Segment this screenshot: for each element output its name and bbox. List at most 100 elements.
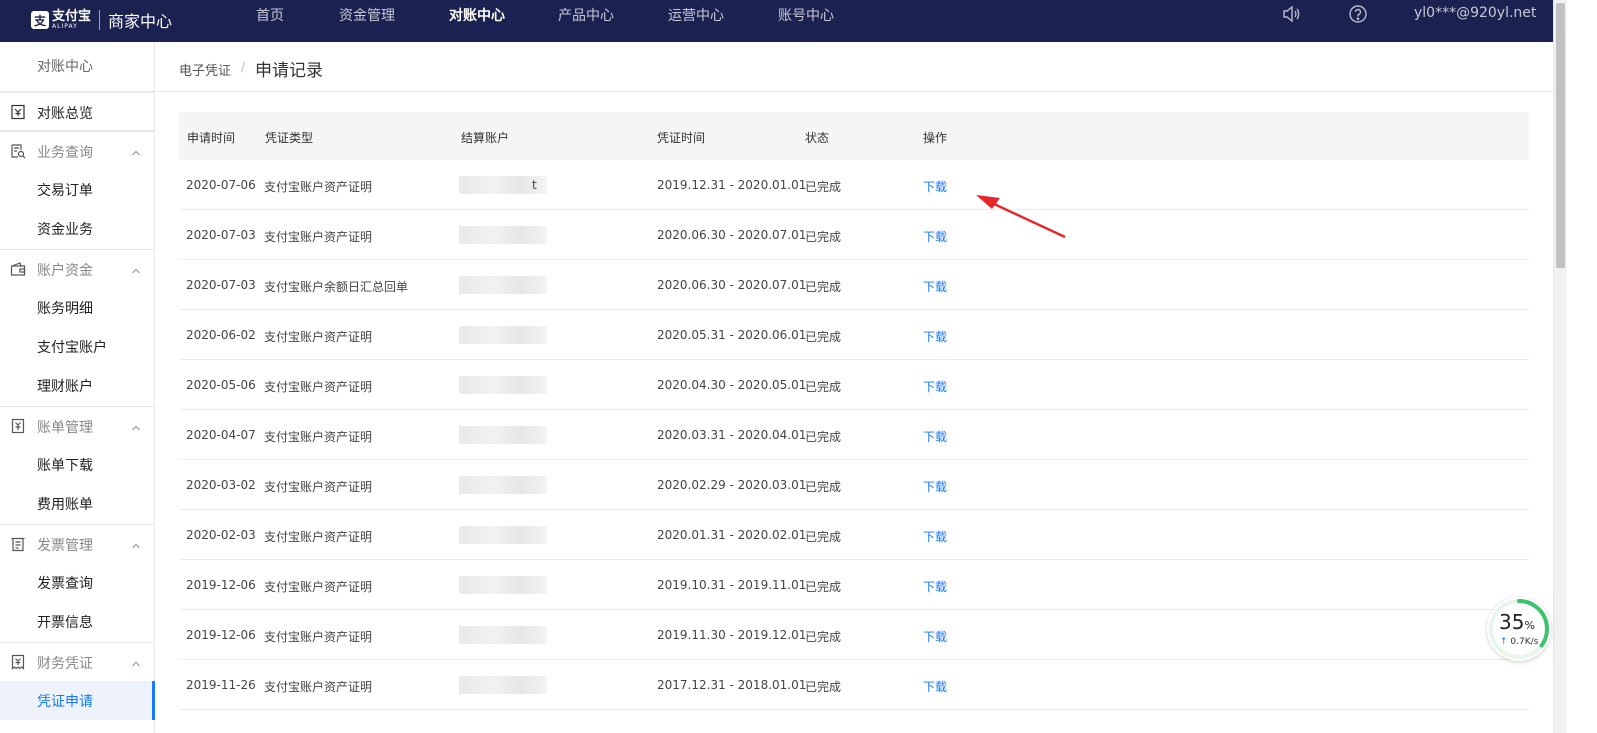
cell-voucher-type: 支付宝账户资产证明 [264, 530, 373, 544]
sidebar-item-label: 凭证申请 [37, 694, 93, 710]
breadcrumb-separator: / [241, 60, 246, 74]
redacted-account [459, 626, 547, 644]
cell-voucher-type: 支付宝账户资产证明 [264, 580, 373, 594]
chevron-up-icon [131, 539, 141, 549]
upload-arrow-icon: ↑ [1500, 637, 1508, 647]
upload-rate: ↑ 0.7K/s [1500, 637, 1539, 647]
sidebar-group-label: 账单管理 [37, 420, 93, 436]
sidebar-item-voucher-application[interactable]: 凭证申请 [0, 681, 155, 720]
cell-apply-time: 2020-06-02 [186, 328, 256, 342]
download-link[interactable]: 下载 [923, 378, 947, 395]
sidebar-title: 对账中心 [0, 42, 154, 92]
cell-voucher-type: 支付宝账户资产证明 [264, 230, 373, 244]
download-link[interactable]: 下载 [923, 528, 947, 545]
cell-voucher-period: 2017.12.31 - 2018.01.01 [657, 678, 807, 692]
speaker-icon[interactable] [1281, 4, 1301, 24]
cell-status: 已完成 [805, 330, 842, 344]
download-link[interactable]: 下载 [923, 228, 947, 245]
sidebar-group-account-funds[interactable]: 账户资金 [0, 249, 154, 288]
chevron-up-icon [131, 146, 141, 156]
sidebar-item-fee-bill[interactable]: 费用账单 [0, 484, 154, 523]
nav-reconciliation-center[interactable]: 对账中心 [449, 5, 505, 25]
sidebar-item-label: 开票信息 [37, 615, 93, 631]
table-row: 2020-02-03 支付宝账户资产证明 2020.01.31 - 2020.02.… [179, 510, 1529, 560]
sidebar-item-wealth-account[interactable]: 理财账户 [0, 366, 154, 405]
reconcile-icon [10, 104, 26, 120]
cell-voucher-type: 支付宝账户资产证明 [264, 180, 373, 194]
download-link[interactable]: 下载 [923, 328, 947, 345]
alipay-logo[interactable]: 支 支付宝 ALIPAY 商家中心 [31, 5, 172, 35]
cell-voucher-type: 支付宝账户资产证明 [264, 380, 373, 394]
cell-apply-time: 2020-02-03 [186, 528, 256, 542]
sidebar-group-label: 发票管理 [37, 538, 93, 554]
table-row: 2020-07-03 支付宝账户余额日汇总回单 2020.06.30 - 2020.… [179, 260, 1529, 310]
cell-settlement-account: t [532, 178, 537, 192]
sidebar-item-account-details[interactable]: 账务明细 [0, 288, 154, 327]
chevron-up-icon [131, 264, 141, 274]
sidebar-item-label: 费用账单 [37, 497, 93, 513]
cell-status: 已完成 [805, 280, 842, 294]
scrollbar-thumb[interactable] [1556, 3, 1565, 268]
column-header-voucher-type: 凭证类型 [265, 131, 314, 145]
sidebar-item-fund-business[interactable]: 资金业务 [0, 209, 154, 248]
sidebar-item-label: 账务明细 [37, 301, 93, 317]
redacted-account [459, 476, 547, 494]
download-link[interactable]: 下载 [923, 628, 947, 645]
sidebar-item-bill-download[interactable]: 账单下载 [0, 445, 154, 484]
table-row: 2020-03-02 支付宝账户资产证明 2020.02.29 - 2020.03.… [179, 460, 1529, 510]
cell-voucher-period: 2020.05.31 - 2020.06.01 [657, 328, 807, 342]
redacted-account [459, 326, 547, 344]
download-link[interactable]: 下载 [923, 278, 947, 295]
download-link[interactable]: 下载 [923, 678, 947, 695]
cell-apply-time: 2020-07-06 [186, 178, 256, 192]
sidebar-group-bill-management[interactable]: 账单管理 [0, 406, 154, 445]
table-row: 2020-04-07 支付宝账户资产证明 2020.03.31 - 2020.04.… [179, 410, 1529, 460]
help-icon[interactable] [1348, 4, 1368, 24]
cell-voucher-type: 支付宝账户资产证明 [264, 430, 373, 444]
chevron-up-icon [131, 657, 141, 667]
sidebar-item-invoice-query[interactable]: 发票查询 [0, 563, 154, 602]
redacted-account [459, 376, 547, 394]
sidebar-group-business-query[interactable]: 业务查询 [0, 131, 154, 170]
sidebar-item-invoicing-info[interactable]: 开票信息 [0, 602, 154, 641]
user-email[interactable]: yl0***@920yl.net [1414, 5, 1536, 21]
nav-fund-management[interactable]: 资金管理 [339, 5, 395, 25]
download-link[interactable]: 下载 [923, 428, 947, 445]
nav-account-center[interactable]: 账号中心 [778, 5, 834, 25]
sidebar-group-label: 财务凭证 [37, 656, 93, 672]
download-link[interactable]: 下载 [923, 578, 947, 595]
download-link[interactable]: 下载 [923, 178, 947, 195]
cell-status: 已完成 [805, 630, 842, 644]
nav-product-center[interactable]: 产品中心 [558, 5, 614, 25]
sidebar-item-alipay-account[interactable]: 支付宝账户 [0, 327, 154, 366]
table-header: 申请时间 凭证类型 结算账户 凭证时间 状态 操作 [179, 112, 1529, 160]
sidebar-group-invoice-management[interactable]: 发票管理 [0, 524, 154, 563]
sidebar-item-label: 发票查询 [37, 576, 93, 592]
page-scrollbar[interactable] [1553, 0, 1567, 733]
redacted-account [459, 226, 547, 244]
cell-voucher-period: 2019.10.31 - 2019.11.01 [657, 578, 807, 592]
cell-status: 已完成 [805, 580, 842, 594]
cell-voucher-type: 支付宝账户资产证明 [264, 680, 373, 694]
network-speed-widget[interactable]: 35% ↑ 0.7K/s [1487, 597, 1551, 661]
sidebar-item-overview[interactable]: 对账总览 [0, 92, 154, 131]
breadcrumb: 电子凭证 / 申请记录 [155, 42, 1553, 92]
table-row: 2020-05-06 支付宝账户资产证明 2020.04.30 - 2020.05.… [179, 360, 1529, 410]
annotation-arrow-icon [976, 195, 1066, 239]
breadcrumb-parent[interactable]: 电子凭证 [179, 60, 231, 79]
nav-operation-center[interactable]: 运营中心 [668, 5, 724, 25]
nav-home[interactable]: 首页 [256, 5, 284, 25]
cell-voucher-period: 2020.01.31 - 2020.02.01 [657, 528, 807, 542]
logo-text-en: ALIPAY [52, 23, 78, 30]
cell-voucher-period: 2020.03.31 - 2020.04.01 [657, 428, 807, 442]
table-body: 2020-07-06 支付宝账户资产证明 t 2019.12.31 - 2020.01… [179, 160, 1529, 710]
download-link[interactable]: 下载 [923, 478, 947, 495]
redacted-account [459, 576, 547, 594]
sidebar-item-trade-orders[interactable]: 交易订单 [0, 170, 154, 209]
sidebar-item-label: 对账总览 [37, 106, 93, 122]
cell-voucher-period: 2020.06.30 - 2020.07.01 [657, 278, 807, 292]
cell-voucher-type: 支付宝账户资产证明 [264, 480, 373, 494]
cell-voucher-type: 支付宝账户余额日汇总回单 [264, 280, 409, 294]
sidebar-group-financial-voucher[interactable]: 财务凭证 [0, 642, 154, 681]
cell-apply-time: 2020-07-03 [186, 278, 256, 292]
